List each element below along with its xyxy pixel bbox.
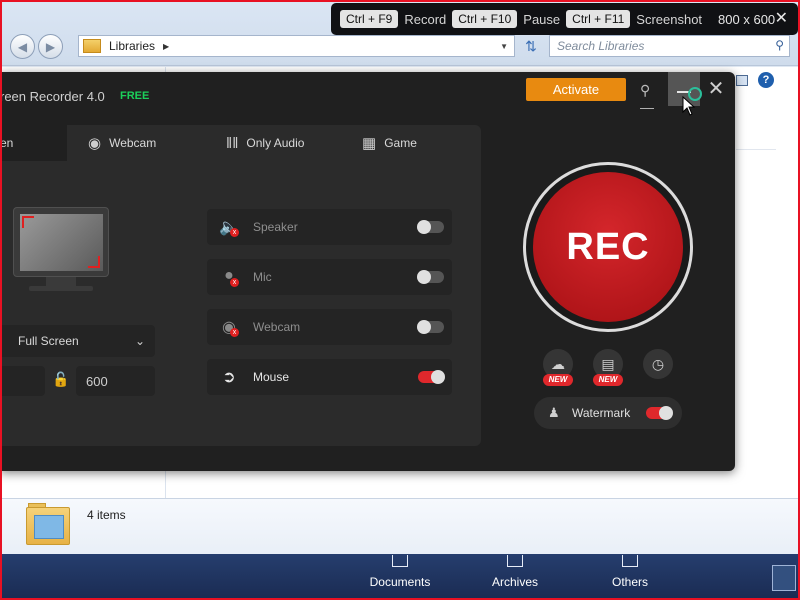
archives-icon bbox=[507, 555, 523, 567]
monitor-base bbox=[29, 286, 93, 291]
audio-wave-icon: ‖‖ bbox=[226, 134, 239, 152]
watermark-toggle[interactable] bbox=[646, 406, 673, 420]
record-hotkey: Ctrl + F9 bbox=[340, 10, 399, 28]
documents-icon bbox=[392, 555, 408, 567]
tab-game[interactable]: ▦ Game bbox=[362, 125, 417, 161]
new-badge: NEW bbox=[593, 374, 623, 386]
crop-corner bbox=[22, 216, 34, 228]
taskbar-item-label: Documents bbox=[369, 575, 431, 589]
timer-icon[interactable]: ◷ bbox=[643, 349, 673, 379]
refresh-button[interactable]: ⇅ bbox=[519, 35, 543, 57]
mouse-toggle-row[interactable]: ➲ Mouse bbox=[207, 359, 452, 395]
others-icon bbox=[622, 555, 638, 567]
disabled-x-icon: x bbox=[230, 228, 239, 237]
mouse-click-icon: ➲ bbox=[222, 369, 236, 386]
tab-label: en bbox=[0, 136, 14, 150]
tab-screen[interactable]: en bbox=[0, 125, 67, 161]
mic-toggle[interactable] bbox=[417, 270, 444, 284]
pause-hotkey-label: Pause bbox=[523, 11, 561, 27]
speaker-toggle-row[interactable]: 🔈 x Speaker bbox=[207, 209, 452, 245]
view-toolbar: ? bbox=[736, 69, 800, 91]
taskbar-item-label: Archives bbox=[491, 575, 538, 589]
search-icon[interactable]: ⚲ bbox=[775, 38, 784, 52]
crop-corner bbox=[88, 256, 100, 268]
mic-toggle-row[interactable]: ● x Mic bbox=[207, 259, 452, 295]
gamepad-icon: ▦ bbox=[362, 135, 377, 152]
close-icon[interactable]: ✕ bbox=[775, 8, 788, 28]
hotkey-bar: Ctrl + F9 Record Ctrl + F10 Pause Ctrl +… bbox=[331, 3, 798, 35]
details-pane bbox=[0, 498, 800, 554]
mouse-cursor-icon bbox=[682, 96, 696, 116]
mic-label: Mic bbox=[253, 270, 272, 284]
tab-label: Only Audio bbox=[246, 136, 305, 150]
stamp-icon: ♟ bbox=[548, 405, 560, 420]
screenshot-hotkey-label: Screenshot bbox=[636, 11, 703, 27]
address-bar[interactable]: Libraries ▶ ▼ bbox=[78, 35, 515, 57]
library-folder-icon bbox=[26, 503, 72, 547]
taskbar-item-documents[interactable]: Documents bbox=[345, 554, 455, 598]
activate-button[interactable]: Activate bbox=[526, 78, 626, 101]
mode-tabs: en ◉ Webcam ‖‖ Only Audio ▦ Game bbox=[0, 125, 481, 161]
chevron-down-icon[interactable]: ▼ bbox=[500, 42, 508, 51]
chevron-right-icon[interactable]: ▶ bbox=[163, 42, 169, 51]
lock-icon[interactable]: 🔓 bbox=[52, 371, 69, 391]
record-hotkey-label: Record bbox=[404, 11, 447, 27]
address-location: Libraries bbox=[109, 39, 156, 53]
search-input[interactable]: Search Libraries ⚲ bbox=[549, 35, 790, 57]
app-title: reen Recorder 4.0 bbox=[0, 89, 105, 104]
search-placeholder: Search Libraries bbox=[557, 39, 645, 53]
disabled-x-icon: x bbox=[230, 278, 239, 287]
resolution-readout: 800 x 600 bbox=[718, 11, 776, 27]
show-desktop-button[interactable] bbox=[772, 565, 796, 591]
chevron-down-icon: ⌄ bbox=[134, 334, 145, 348]
libraries-icon bbox=[83, 39, 101, 53]
width-input[interactable] bbox=[0, 366, 45, 396]
area-mode-value: Full Screen bbox=[18, 334, 79, 348]
tab-webcam[interactable]: ◉ Webcam bbox=[88, 125, 156, 161]
webcam-toggle[interactable] bbox=[417, 320, 444, 334]
key-icon[interactable]: ⚲— bbox=[640, 82, 660, 115]
webcam-toggle-row[interactable]: ◉ x Webcam bbox=[207, 309, 452, 345]
mouse-label: Mouse bbox=[253, 370, 290, 384]
pause-hotkey: Ctrl + F10 bbox=[452, 10, 518, 28]
watermark-label: Watermark bbox=[572, 406, 631, 420]
tab-only-audio[interactable]: ‖‖ Only Audio bbox=[226, 125, 304, 161]
preview-pane-icon[interactable] bbox=[736, 74, 748, 86]
screen-area-preview[interactable] bbox=[13, 207, 109, 277]
tab-label: Webcam bbox=[109, 136, 157, 150]
disabled-x-icon: x bbox=[230, 328, 239, 337]
free-badge: FREE bbox=[120, 90, 150, 102]
back-button[interactable]: ◀ bbox=[10, 34, 35, 59]
height-value: 600 bbox=[86, 373, 108, 389]
items-count: 4 items bbox=[87, 508, 126, 522]
webcam-label: Webcam bbox=[253, 320, 301, 334]
watermark-control[interactable]: ♟ Watermark bbox=[534, 397, 682, 429]
taskbar-item-others[interactable]: Others bbox=[575, 554, 685, 598]
screen-recorder-window: reen Recorder 4.0 FREE Activate ⚲— ✕ en … bbox=[0, 72, 735, 471]
taskbar-item-label: Others bbox=[611, 575, 648, 589]
close-button[interactable]: ✕ bbox=[704, 76, 728, 102]
speaker-label: Speaker bbox=[253, 220, 298, 234]
rec-button[interactable]: REC bbox=[533, 172, 683, 322]
height-input[interactable]: 600 bbox=[76, 366, 155, 396]
mouse-toggle[interactable] bbox=[418, 370, 445, 384]
taskbar-item-archives[interactable]: Archives bbox=[460, 554, 570, 598]
webcam-icon: ◉ bbox=[88, 135, 102, 152]
screenshot-hotkey: Ctrl + F11 bbox=[566, 10, 631, 28]
help-icon[interactable]: ? bbox=[758, 72, 774, 88]
tab-label: Game bbox=[384, 136, 417, 150]
speaker-toggle[interactable] bbox=[417, 220, 444, 234]
rec-button-ring[interactable]: REC bbox=[523, 162, 693, 332]
column-divider bbox=[736, 149, 776, 150]
new-badge: NEW bbox=[543, 374, 573, 386]
area-mode-select[interactable]: Full Screen ⌄ bbox=[0, 325, 155, 357]
forward-button[interactable]: ▶ bbox=[38, 34, 63, 59]
